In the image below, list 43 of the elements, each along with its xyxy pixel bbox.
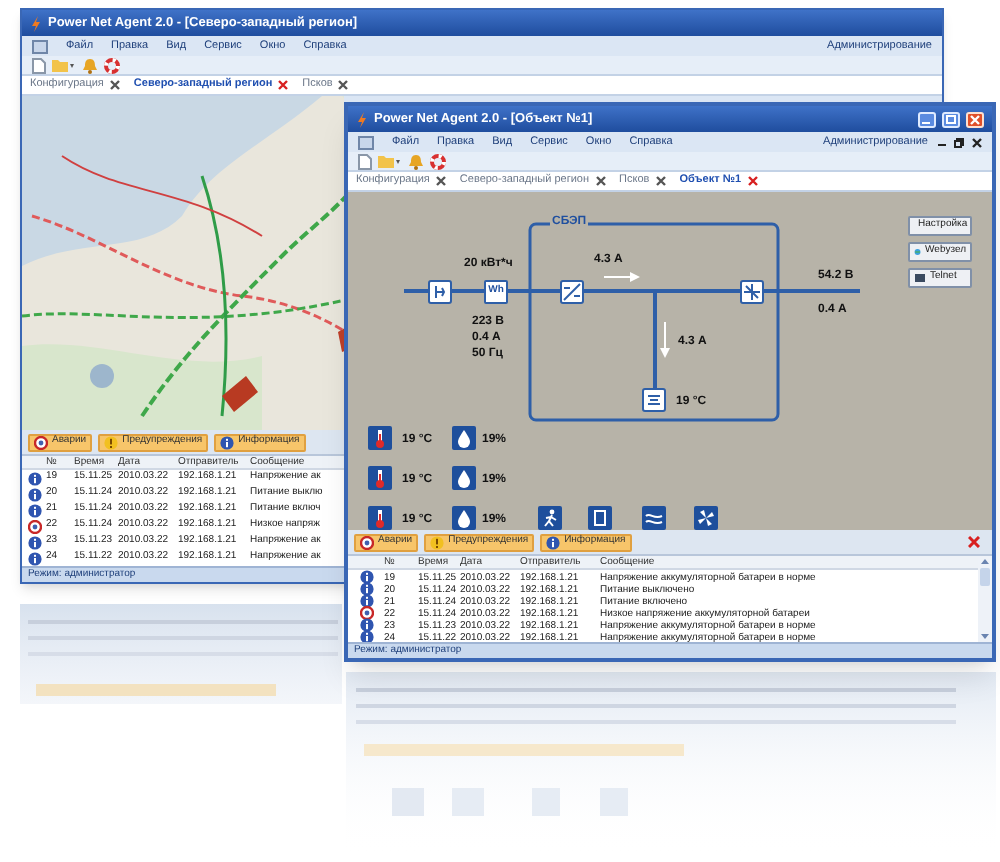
water-drop-icon	[452, 506, 476, 530]
close-icon[interactable]	[435, 176, 446, 186]
running-figure-icon	[538, 506, 562, 530]
bell-icon[interactable]	[408, 153, 424, 169]
new-document-icon[interactable]	[32, 57, 46, 73]
close-button[interactable]	[966, 111, 984, 127]
info-icon	[220, 435, 235, 449]
water-drop-icon	[452, 466, 476, 490]
lifebuoy-icon[interactable]	[104, 57, 120, 73]
scrollbar[interactable]	[978, 556, 992, 642]
maximize-button[interactable]	[942, 111, 960, 127]
door-icon	[588, 506, 612, 530]
flow-arrow	[660, 322, 670, 358]
app-icon	[30, 15, 42, 31]
restore-icon[interactable]	[954, 137, 964, 147]
thermometer-icon	[368, 506, 392, 530]
close-icon[interactable]	[109, 80, 120, 90]
waves-icon	[642, 506, 666, 530]
close-icon[interactable]	[595, 176, 606, 186]
warning-icon	[104, 435, 119, 449]
rectifier-icon	[740, 280, 764, 304]
warning-icon	[430, 535, 445, 549]
close-icon[interactable]	[655, 176, 666, 186]
app-icon	[356, 111, 368, 127]
alarm-icon	[360, 535, 374, 549]
web-icon	[914, 246, 922, 258]
minimize-button[interactable]	[918, 111, 936, 127]
alarm-icon	[34, 435, 48, 449]
thermometer-icon	[368, 466, 392, 490]
inverter-icon	[560, 280, 584, 304]
fan-icon	[694, 506, 718, 530]
terminal-icon	[914, 272, 926, 284]
lifebuoy-icon[interactable]	[430, 153, 446, 169]
bell-icon[interactable]	[82, 57, 98, 73]
water-drop-icon	[452, 426, 476, 450]
info-icon	[546, 535, 561, 549]
close-icon[interactable]	[338, 80, 349, 90]
plug-icon	[428, 280, 452, 304]
close-icon[interactable]	[972, 137, 982, 147]
flow-arrow	[604, 272, 640, 282]
battery-icon	[642, 388, 666, 412]
thermometer-icon	[368, 426, 392, 450]
new-document-icon[interactable]	[358, 153, 372, 169]
